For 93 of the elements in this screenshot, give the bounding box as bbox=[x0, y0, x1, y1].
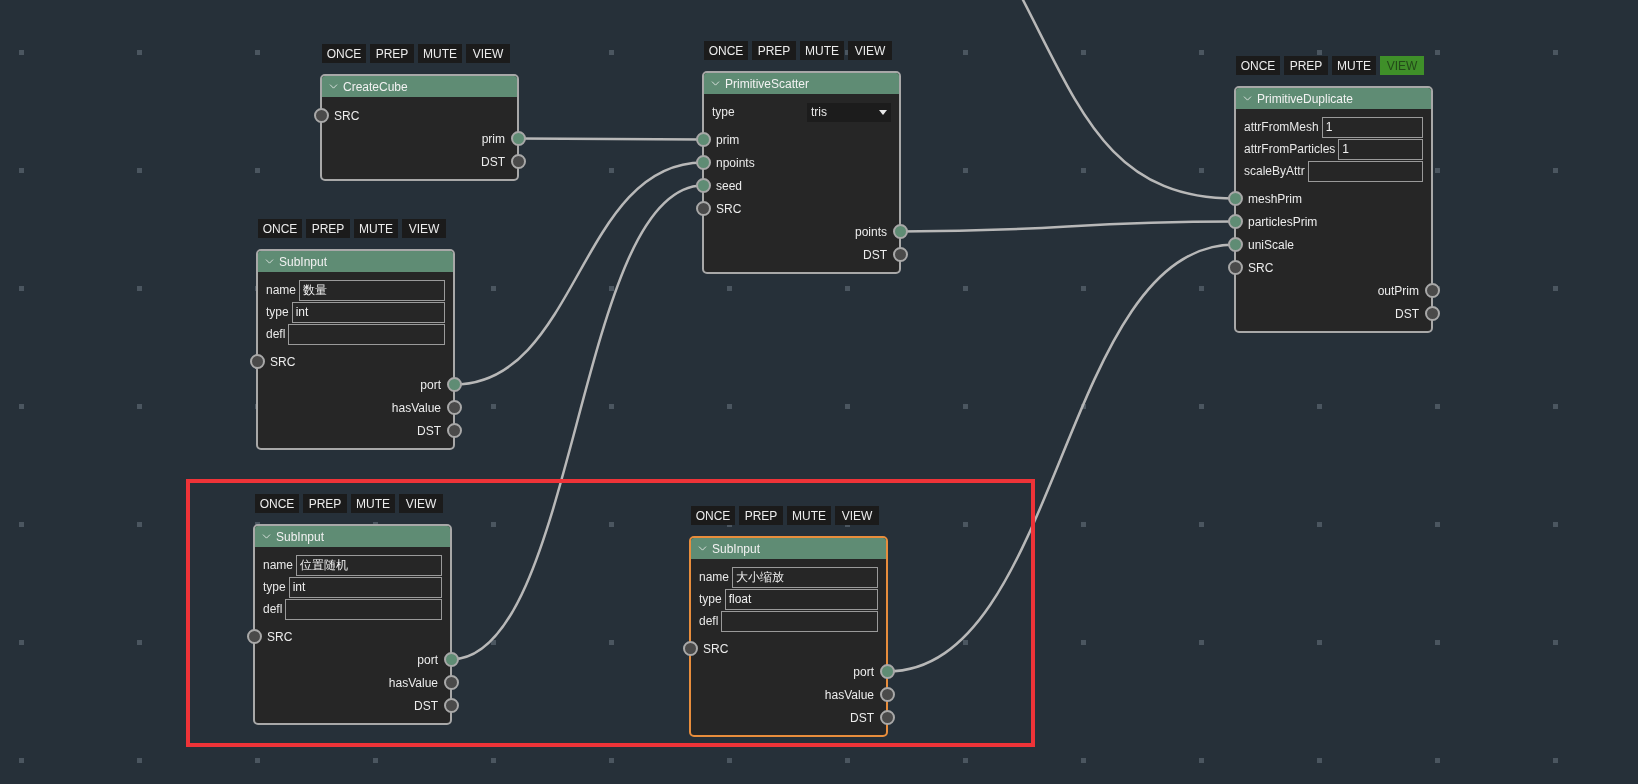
node-title: PrimitiveDuplicate bbox=[1257, 90, 1354, 108]
node-title: CreateCube bbox=[343, 78, 408, 96]
socket-label: uniScale bbox=[1248, 236, 1295, 254]
toolbar-toggle[interactable]: VIEW bbox=[402, 219, 446, 238]
socket-label: meshPrim bbox=[1248, 190, 1302, 208]
param-label: defl bbox=[266, 326, 287, 343]
node-title: SubInput bbox=[712, 540, 761, 558]
param-label: scaleByAttr bbox=[1244, 163, 1306, 180]
param-label: defl bbox=[699, 613, 720, 630]
socket-label: DST bbox=[414, 697, 438, 715]
param-input-field[interactable]: 数量 bbox=[299, 279, 445, 301]
param-label: name bbox=[266, 282, 298, 299]
toolbar-toggle[interactable]: VIEW bbox=[399, 494, 443, 513]
param-label: type bbox=[712, 104, 736, 121]
node-header[interactable]: PrimitiveScatter bbox=[704, 73, 899, 94]
node-card[interactable]: PrimitiveScatter type tris prim npoints seed SRC points DST bbox=[702, 71, 901, 274]
toolbar-toggle[interactable]: PREP bbox=[303, 494, 347, 513]
param-input-field[interactable] bbox=[721, 610, 878, 632]
node-card[interactable]: SubInput name 位置随机 type int defl SRC port hasValue DST bbox=[253, 524, 452, 725]
param-input-field[interactable]: 大小缩放 bbox=[732, 566, 878, 588]
param-input-field[interactable] bbox=[288, 323, 445, 345]
toolbar-toggle[interactable]: MUTE bbox=[418, 44, 462, 63]
node-card[interactable]: PrimitiveDuplicate attrFromMesh 1 attrFromParticles 1 scaleByAttr meshPrim particlesPrim uniScale SRC outPrim DST bbox=[1234, 86, 1433, 333]
toolbar-toggle[interactable]: VIEW bbox=[835, 506, 879, 525]
param-label: type bbox=[263, 579, 287, 596]
socket-label: SRC bbox=[1248, 259, 1274, 277]
param-label: defl bbox=[263, 601, 284, 618]
socket-label: SRC bbox=[716, 200, 742, 218]
node-header[interactable]: SubInput bbox=[258, 251, 453, 272]
toolbar-toggle[interactable]: ONCE bbox=[691, 506, 735, 525]
node-card[interactable]: SubInput name 数量 type int defl SRC port hasValue DST bbox=[256, 249, 455, 450]
socket-label: SRC bbox=[270, 353, 296, 371]
toolbar-toggle[interactable]: PREP bbox=[370, 44, 414, 63]
socket-label: DST bbox=[417, 422, 441, 440]
socket-label: port bbox=[853, 663, 874, 681]
toolbar-toggle[interactable]: PREP bbox=[306, 219, 350, 238]
param-label: name bbox=[263, 557, 295, 574]
toolbar-toggle[interactable]: ONCE bbox=[704, 41, 748, 60]
param-label: type bbox=[699, 591, 723, 608]
toolbar-toggle[interactable]: ONCE bbox=[255, 494, 299, 513]
param-input-field[interactable]: int bbox=[291, 301, 445, 323]
toolbar-toggle[interactable]: ONCE bbox=[258, 219, 302, 238]
toolbar-toggle[interactable]: ONCE bbox=[322, 44, 366, 63]
toolbar-toggle[interactable]: VIEW bbox=[466, 44, 510, 63]
socket-label: DST bbox=[850, 709, 874, 727]
dropdown-caret-icon bbox=[879, 109, 887, 115]
toolbar-toggle[interactable]: PREP bbox=[1284, 56, 1328, 75]
node-card[interactable]: CreateCube SRC prim DST bbox=[320, 74, 519, 181]
socket-label: DST bbox=[481, 153, 505, 171]
socket-label: hasValue bbox=[388, 674, 438, 692]
param-input-field[interactable]: 1 bbox=[1338, 138, 1423, 160]
node-title: PrimitiveScatter bbox=[725, 75, 810, 93]
toolbar-toggle[interactable]: PREP bbox=[739, 506, 783, 525]
socket-label: outPrim bbox=[1377, 282, 1419, 300]
socket-label: SRC bbox=[267, 628, 293, 646]
param-input-field[interactable]: 位置随机 bbox=[296, 554, 442, 576]
param-label: type bbox=[266, 304, 290, 321]
toolbar-toggle[interactable]: MUTE bbox=[800, 41, 844, 60]
toolbar-toggle[interactable]: MUTE bbox=[1332, 56, 1376, 75]
socket-label: SRC bbox=[334, 107, 360, 125]
socket-label: DST bbox=[863, 246, 887, 264]
socket-label: hasValue bbox=[824, 686, 874, 704]
param-label: name bbox=[699, 569, 731, 586]
toolbar-toggle[interactable]: PREP bbox=[752, 41, 796, 60]
socket-label: seed bbox=[716, 177, 743, 195]
toolbar-toggle[interactable]: MUTE bbox=[787, 506, 831, 525]
node-title: SubInput bbox=[276, 528, 325, 546]
param-label: attrFromParticles bbox=[1244, 141, 1337, 158]
socket-label: npoints bbox=[716, 154, 755, 172]
socket-label: port bbox=[420, 376, 441, 394]
type-dropdown[interactable]: tris bbox=[807, 102, 891, 122]
param-input-field[interactable] bbox=[285, 598, 442, 620]
socket-label: SRC bbox=[703, 640, 729, 658]
toolbar-toggle[interactable]: VIEW bbox=[848, 41, 892, 60]
socket-label: port bbox=[417, 651, 438, 669]
socket-label: hasValue bbox=[391, 399, 441, 417]
node-header[interactable]: SubInput bbox=[691, 538, 886, 559]
socket-label: points bbox=[854, 223, 887, 241]
toolbar-toggle[interactable]: ONCE bbox=[1236, 56, 1280, 75]
param-input-field[interactable]: int bbox=[288, 576, 442, 598]
toolbar-toggle[interactable]: MUTE bbox=[351, 494, 395, 513]
node-header[interactable]: SubInput bbox=[255, 526, 450, 547]
socket-label: prim bbox=[716, 131, 740, 149]
param-label: attrFromMesh bbox=[1244, 119, 1320, 136]
param-input-field[interactable] bbox=[1307, 160, 1423, 182]
socket-label: DST bbox=[1395, 305, 1419, 323]
param-input-field[interactable]: float bbox=[724, 588, 878, 610]
toolbar-toggle[interactable]: MUTE bbox=[354, 219, 398, 238]
param-input-field[interactable]: 1 bbox=[1321, 116, 1423, 138]
socket-label: prim bbox=[481, 130, 505, 148]
socket-label: particlesPrim bbox=[1248, 213, 1318, 231]
node-title: SubInput bbox=[279, 253, 328, 271]
node-card[interactable]: SubInput name 大小缩放 type float defl SRC port hasValue DST bbox=[689, 536, 888, 737]
